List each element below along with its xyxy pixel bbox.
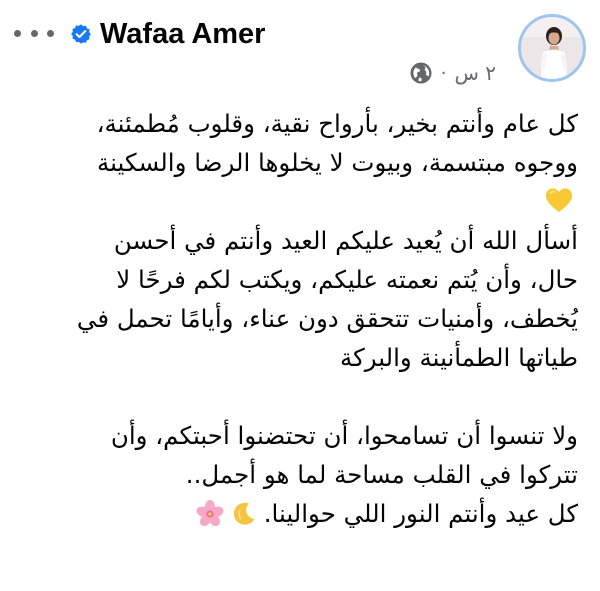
post-meta: · ٢ س [409, 58, 496, 88]
post-line: طياتها الطمأنينة والبركة [339, 343, 578, 372]
author-row: Wafaa Amer [70, 14, 265, 54]
post-line: أسأل الله أن يُعيد عليكم العيد وأنتم في … [113, 226, 578, 255]
meta-separator: · [440, 62, 447, 84]
post-line: ولا تنسوا أن تسامحوا، أن تحتضنوا أحبتكم،… [110, 421, 578, 450]
verified-badge-icon [71, 24, 91, 44]
post-line: يُخطف، وأمنيات تتحقق دون عناء، وأيامًا ت… [76, 304, 578, 333]
post-line: كل عيد وأنتم النور اللي حوالينا. [263, 499, 578, 528]
post-line: كل عام وأنتم بخير، بأرواح نقية، وقلوب مُ… [96, 109, 578, 138]
more-horizontal-icon-dot [47, 29, 54, 37]
post-header: Wafaa Amer · ٢ س [0, 0, 600, 100]
facebook-post: Wafaa Amer · ٢ س كل عام وأنتم بخير، بأرو… [0, 0, 600, 591]
post-line: ووجوه مبتسمة، وبيوت لا يخلوها الرضا والس… [97, 148, 578, 177]
avatar-image [521, 17, 583, 79]
post-last-line: كل عيد وأنتم النور اللي حوالينا. [18, 494, 578, 533]
emoji-line [18, 182, 578, 221]
post-line: تتركوا في القلب مساحة لما هو أجمل.. [185, 460, 578, 489]
paragraph-break [18, 377, 578, 416]
cherry-blossom-icon [196, 499, 224, 526]
more-options-button[interactable] [14, 20, 54, 46]
post-body: كل عام وأنتم بخير، بأرواح نقية، وقلوب مُ… [18, 104, 578, 533]
crescent-moon-icon [233, 502, 255, 525]
author-avatar[interactable] [518, 14, 586, 82]
more-horizontal-icon-dot [30, 29, 38, 37]
yellow-heart-icon [545, 188, 573, 213]
more-horizontal-icon-dot [14, 29, 21, 37]
globe-icon[interactable] [409, 61, 433, 85]
post-line: حال، وأن يُتم نعمته عليكم، ويكتب لكم فرح… [116, 265, 578, 294]
post-timestamp[interactable]: ٢ س [454, 61, 496, 85]
author-name[interactable]: Wafaa Amer [100, 18, 265, 51]
